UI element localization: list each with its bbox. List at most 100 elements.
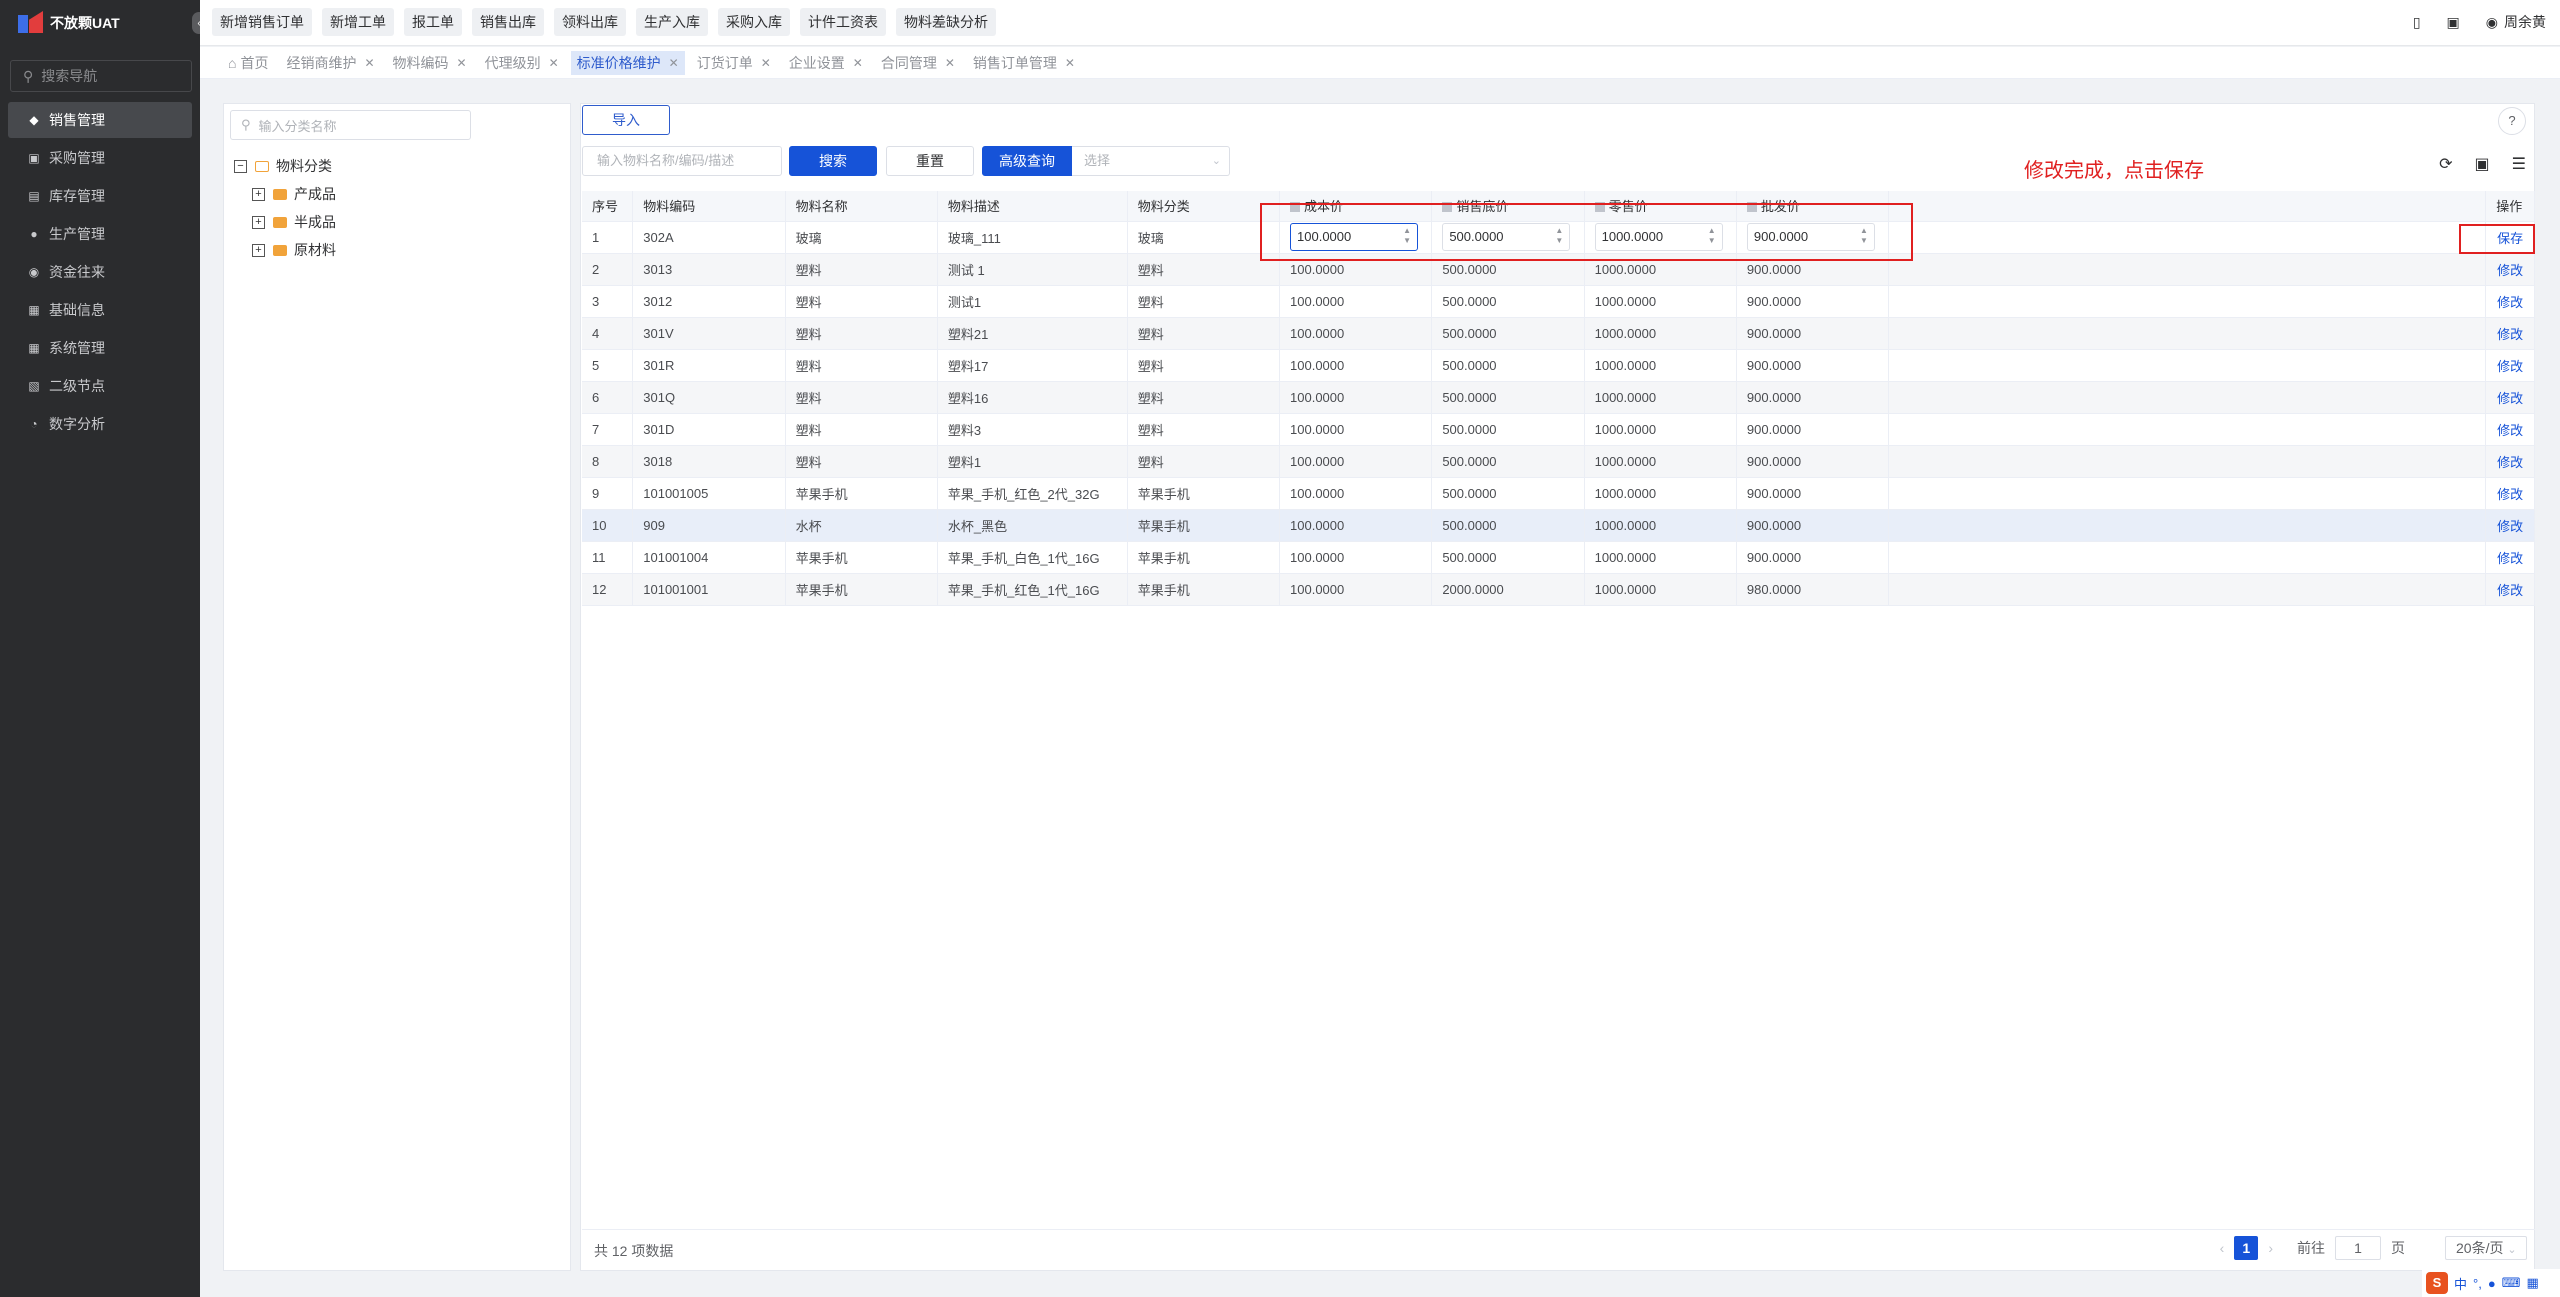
cell-name: 塑料 bbox=[785, 381, 938, 414]
edit-button[interactable]: 修改 bbox=[2497, 583, 2523, 598]
sidebar-item-funds[interactable]: ◉ 资金往来 bbox=[8, 254, 192, 290]
image-icon[interactable]: ▣ bbox=[2447, 14, 2460, 31]
quick-link-report[interactable]: 报工单 bbox=[404, 8, 462, 36]
close-icon[interactable]: ✕ bbox=[549, 51, 559, 75]
expand-icon[interactable]: + bbox=[252, 243, 265, 257]
tree-node-raw-material[interactable]: + 原材料 bbox=[224, 236, 570, 264]
edit-button[interactable]: 修改 bbox=[2497, 423, 2523, 438]
quick-link-piece-wage[interactable]: 计件工资表 bbox=[800, 8, 886, 36]
edit-button[interactable]: 修改 bbox=[2497, 519, 2523, 534]
sidebar-item-basic-info[interactable]: ▦ 基础信息 bbox=[8, 292, 192, 328]
cell-action: 修改 bbox=[2485, 317, 2535, 350]
user-menu[interactable]: ◉ 周余黄 bbox=[2486, 12, 2546, 32]
quick-link-new-work-order[interactable]: 新增工单 bbox=[322, 8, 394, 36]
table-row[interactable]: 7 301D 塑料 塑料3 塑料 100.0000 500.0000 1000.0000 900… bbox=[582, 413, 2535, 446]
cell-action: 修改 bbox=[2485, 349, 2535, 382]
help-icon[interactable]: ? bbox=[2498, 107, 2526, 135]
col-code[interactable]: 物料编码 bbox=[632, 191, 786, 222]
table-row[interactable]: 11 101001004 苹果手机 苹果_手机_白色_1代_16G 苹果手机 100.00… bbox=[582, 541, 2535, 574]
sidebar-item-system[interactable]: ▦ 系统管理 bbox=[8, 330, 192, 366]
search-button[interactable]: 搜索 bbox=[789, 146, 877, 176]
table-row[interactable]: 5 301R 塑料 塑料17 塑料 100.0000 500.0000 1000.0000 90… bbox=[582, 349, 2535, 382]
material-search-input[interactable]: 输入物料名称/编码/描述 bbox=[582, 146, 782, 176]
edit-button[interactable]: 修改 bbox=[2497, 263, 2523, 278]
punctuation-icon[interactable]: °, bbox=[2473, 1276, 2482, 1291]
edit-button[interactable]: 修改 bbox=[2497, 551, 2523, 566]
edit-button[interactable]: 修改 bbox=[2497, 455, 2523, 470]
tab-agent-level[interactable]: 代理级别 ✕ bbox=[479, 51, 565, 75]
reset-button[interactable]: 重置 bbox=[886, 146, 974, 176]
table-row[interactable]: 9 101001005 苹果手机 苹果_手机_红色_2代_32G 苹果手机 100.000… bbox=[582, 477, 2535, 510]
tab-home[interactable]: ⌂ 首页 bbox=[222, 51, 274, 75]
col-name[interactable]: 物料名称 bbox=[785, 191, 938, 222]
advanced-query-button[interactable]: 高级查询 bbox=[982, 146, 1072, 176]
close-icon[interactable]: ✕ bbox=[853, 51, 863, 75]
ime-mode[interactable]: 中 bbox=[2454, 1274, 2467, 1293]
tab-standard-price[interactable]: 标准价格维护 ✕ bbox=[570, 50, 685, 75]
expand-icon[interactable]: + bbox=[252, 215, 265, 229]
col-category[interactable]: 物料分类 bbox=[1127, 191, 1281, 222]
quick-link-production-inbound[interactable]: 生产入库 bbox=[636, 8, 708, 36]
tree-node-finished[interactable]: + 产成品 bbox=[224, 180, 570, 208]
nav-search-input[interactable]: ⚲ 搜索导航 bbox=[10, 60, 192, 92]
edit-button[interactable]: 修改 bbox=[2497, 359, 2523, 374]
sidebar-item-inventory[interactable]: ▤ 库存管理 bbox=[8, 178, 192, 214]
import-button[interactable]: 导入 bbox=[582, 105, 670, 135]
collapse-icon[interactable]: − bbox=[234, 159, 247, 173]
quick-link-material-outbound[interactable]: 领料出库 bbox=[554, 8, 626, 36]
tree-node-semi-finished[interactable]: + 半成品 bbox=[224, 208, 570, 236]
table-row[interactable]: 12 101001001 苹果手机 苹果_手机_红色_1代_16G 苹果手机 100.00… bbox=[582, 573, 2535, 606]
sidebar-item-sales[interactable]: ◆ 销售管理 bbox=[8, 102, 192, 138]
tab-sales-order[interactable]: 销售订单管理 ✕ bbox=[967, 51, 1081, 75]
close-icon[interactable]: ✕ bbox=[761, 51, 771, 75]
close-icon[interactable]: ✕ bbox=[945, 51, 955, 75]
close-icon[interactable]: ✕ bbox=[1065, 51, 1075, 75]
expand-icon[interactable]: + bbox=[252, 187, 265, 201]
tab-company-settings[interactable]: 企业设置 ✕ bbox=[783, 51, 869, 75]
query-select[interactable]: 选择 ⌄ bbox=[1072, 146, 1230, 176]
close-icon[interactable]: ✕ bbox=[364, 51, 374, 75]
mobile-icon[interactable]: ▯ bbox=[2413, 14, 2421, 31]
table-row[interactable]: 8 3018 塑料 塑料1 塑料 100.0000 500.0000 1000.0000 900… bbox=[582, 445, 2535, 478]
tab-contract[interactable]: 合同管理 ✕ bbox=[875, 51, 961, 75]
quick-link-shortage-analysis[interactable]: 物料差缺分析 bbox=[896, 8, 996, 36]
tab-dealer[interactable]: 经销商维护 ✕ bbox=[280, 51, 380, 75]
table-row[interactable]: 4 301V 塑料 塑料21 塑料 100.0000 500.0000 1000.0000 90… bbox=[582, 317, 2535, 350]
tab-order[interactable]: 订货订单 ✕ bbox=[691, 51, 777, 75]
tree-node-root[interactable]: − 物料分类 bbox=[224, 152, 570, 180]
edit-button[interactable]: 修改 bbox=[2497, 391, 2523, 406]
next-page-icon[interactable]: › bbox=[2268, 1240, 2273, 1256]
keyboard-icon[interactable]: ⌨ bbox=[2502, 1275, 2521, 1291]
col-desc[interactable]: 物料描述 bbox=[937, 191, 1128, 222]
close-icon[interactable]: ✕ bbox=[457, 51, 467, 75]
goto-page-input[interactable]: 1 bbox=[2335, 1236, 2381, 1260]
prev-page-icon[interactable]: ‹ bbox=[2220, 1240, 2225, 1256]
refresh-icon[interactable]: ⟳ bbox=[2439, 154, 2452, 174]
edit-button[interactable]: 修改 bbox=[2497, 327, 2523, 342]
quick-link-sales-outbound[interactable]: 销售出库 bbox=[472, 8, 544, 36]
sidebar-item-analytics[interactable]: ◔ 数字分析 bbox=[8, 406, 192, 442]
fullscreen-icon[interactable]: ▣ bbox=[2475, 154, 2490, 174]
microphone-icon[interactable]: ● bbox=[2488, 1276, 2496, 1291]
col-no[interactable]: 序号 bbox=[582, 191, 634, 222]
sidebar-item-second-level[interactable]: ▧ 二级节点 bbox=[8, 368, 192, 404]
table-row[interactable]: 6 301Q 塑料 塑料16 塑料 100.0000 500.0000 1000.0000 90… bbox=[582, 381, 2535, 414]
close-icon[interactable]: ✕ bbox=[669, 51, 679, 75]
edit-button[interactable]: 修改 bbox=[2497, 487, 2523, 502]
grid-icon[interactable]: ▦ bbox=[2526, 1275, 2538, 1291]
category-search-input[interactable]: ⚲ 输入分类名称 bbox=[230, 110, 471, 140]
sidebar-item-purchase[interactable]: ▣ 采购管理 bbox=[8, 140, 192, 176]
table-row[interactable]: 3 3012 塑料 测试1 塑料 100.0000 500.0000 1000.0000 900… bbox=[582, 285, 2535, 318]
quick-link-new-sales-order[interactable]: 新增销售订单 bbox=[212, 8, 312, 36]
edit-button[interactable]: 修改 bbox=[2497, 295, 2523, 310]
column-settings-icon[interactable]: ☰ bbox=[2512, 154, 2526, 174]
page-size-select[interactable]: 20条/页 ⌄ bbox=[2445, 1236, 2527, 1260]
page-number[interactable]: 1 bbox=[2234, 1236, 2259, 1260]
app-logo[interactable]: 不放颗UAT bbox=[0, 0, 200, 46]
ime-logo[interactable]: S bbox=[2426, 1272, 2448, 1294]
tab-material-code[interactable]: 物料编码 ✕ bbox=[387, 51, 473, 75]
total-count: 共 12 项数据 bbox=[594, 1243, 674, 1259]
sidebar-item-production[interactable]: ● 生产管理 bbox=[8, 216, 192, 252]
quick-link-purchase-inbound[interactable]: 采购入库 bbox=[718, 8, 790, 36]
table-row[interactable]: 10 909 水杯 水杯_黑色 苹果手机 100.0000 500.0000 1000.000… bbox=[582, 509, 2535, 542]
